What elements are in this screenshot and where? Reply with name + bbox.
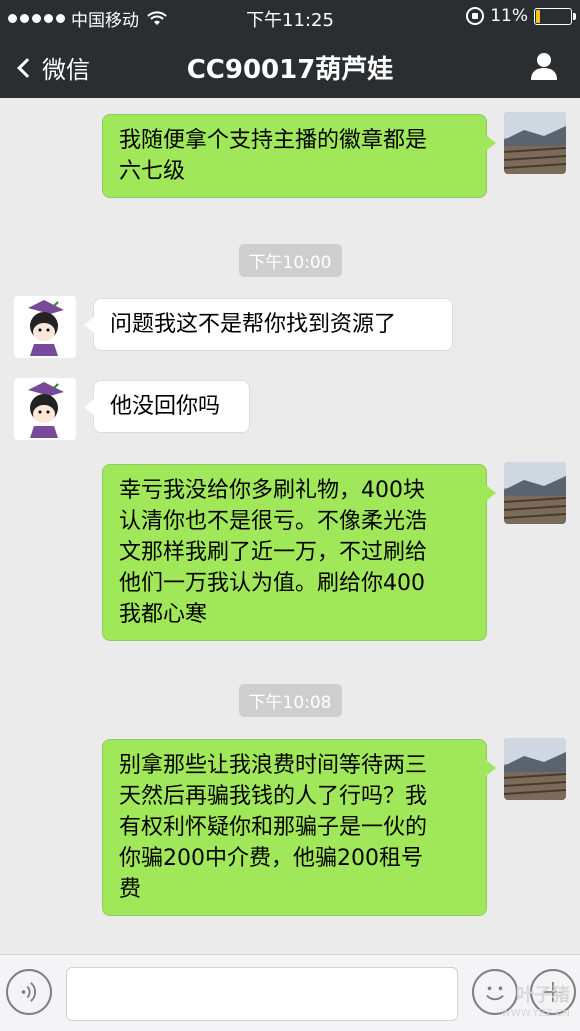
- chat-area[interactable]: 我随便拿个支持主播的徽章都是 六七级 下午10:00 问题我这不是帮你找到资源了: [0, 98, 580, 954]
- message-bubble[interactable]: 他没回你吗: [84, 380, 250, 433]
- chat-title: CC90017葫芦娃: [186, 55, 394, 85]
- message-line: 问题我这不是帮你找到资源了: [110, 312, 397, 337]
- status-right: 11%: [466, 6, 576, 26]
- message-bubble[interactable]: 问题我这不是帮你找到资源了: [84, 298, 453, 351]
- message-line: 认清你也不是很亏。不像柔光浩: [119, 509, 428, 534]
- message-input[interactable]: [66, 967, 458, 1021]
- message-bubble[interactable]: 别拿那些让我浪费时间等待两三 天然后再骗我钱的人了行吗？我 有权利怀疑你和那骗子…: [102, 739, 496, 916]
- nav-bar: 微信 CC90017葫芦娃: [0, 34, 580, 98]
- battery-fill: [536, 9, 540, 23]
- status-bar: 中国移动 下午11:25 11%: [0, 0, 580, 34]
- cartoon-avatar-image: [14, 296, 76, 358]
- cartoon-avatar-image: [14, 378, 76, 440]
- message-line: 我随便拿个支持主播的徽章都是: [119, 128, 428, 153]
- message-line: 天然后再骗我钱的人了行吗？我: [119, 784, 428, 809]
- battery-icon: [534, 7, 576, 25]
- message-line: 六七级: [119, 159, 186, 184]
- battery-percent: 11%: [490, 6, 528, 26]
- contact-avatar[interactable]: [14, 296, 76, 358]
- message-line: 他没回你吗: [110, 394, 221, 419]
- timestamp: 下午10:08: [0, 684, 580, 717]
- input-bar: 叶子猪 WWW.YZZ.CN: [0, 954, 580, 1031]
- voice-icon[interactable]: [6, 969, 52, 1015]
- rotation-lock-icon: [466, 7, 485, 25]
- message-line: 有权利怀疑你和那骗子是一伙的: [119, 815, 428, 840]
- message-line: 幸亏我没给你多刷礼物，400块: [119, 478, 425, 503]
- message-line: 他们一万我认为值。刷给你400: [119, 571, 425, 596]
- landscape-avatar-image: [504, 738, 566, 800]
- contact-avatar[interactable]: [14, 378, 76, 440]
- message-line: 我都心寒: [119, 602, 208, 627]
- message-line: 别拿那些让我浪费时间等待两三: [119, 753, 428, 778]
- landscape-avatar-image: [504, 112, 566, 174]
- user-icon[interactable]: [528, 50, 560, 82]
- timestamp: 下午10:00: [0, 244, 580, 277]
- message-line: 文那样我刷了近一万，不过刷给: [119, 540, 428, 565]
- self-avatar[interactable]: [504, 738, 566, 800]
- watermark: 叶子猪 WWW.YZZ.CN: [500, 985, 570, 1020]
- message-line: 你骗200中介费，他骗200租号: [119, 846, 423, 871]
- landscape-avatar-image: [504, 462, 566, 524]
- self-avatar[interactable]: [504, 112, 566, 174]
- message-bubble[interactable]: 我随便拿个支持主播的徽章都是 六七级: [102, 114, 496, 198]
- message-bubble[interactable]: 幸亏我没给你多刷礼物，400块 认清你也不是很亏。不像柔光浩 文那样我刷了近一万…: [102, 464, 496, 641]
- self-avatar[interactable]: [504, 462, 566, 524]
- message-line: 费: [119, 877, 142, 902]
